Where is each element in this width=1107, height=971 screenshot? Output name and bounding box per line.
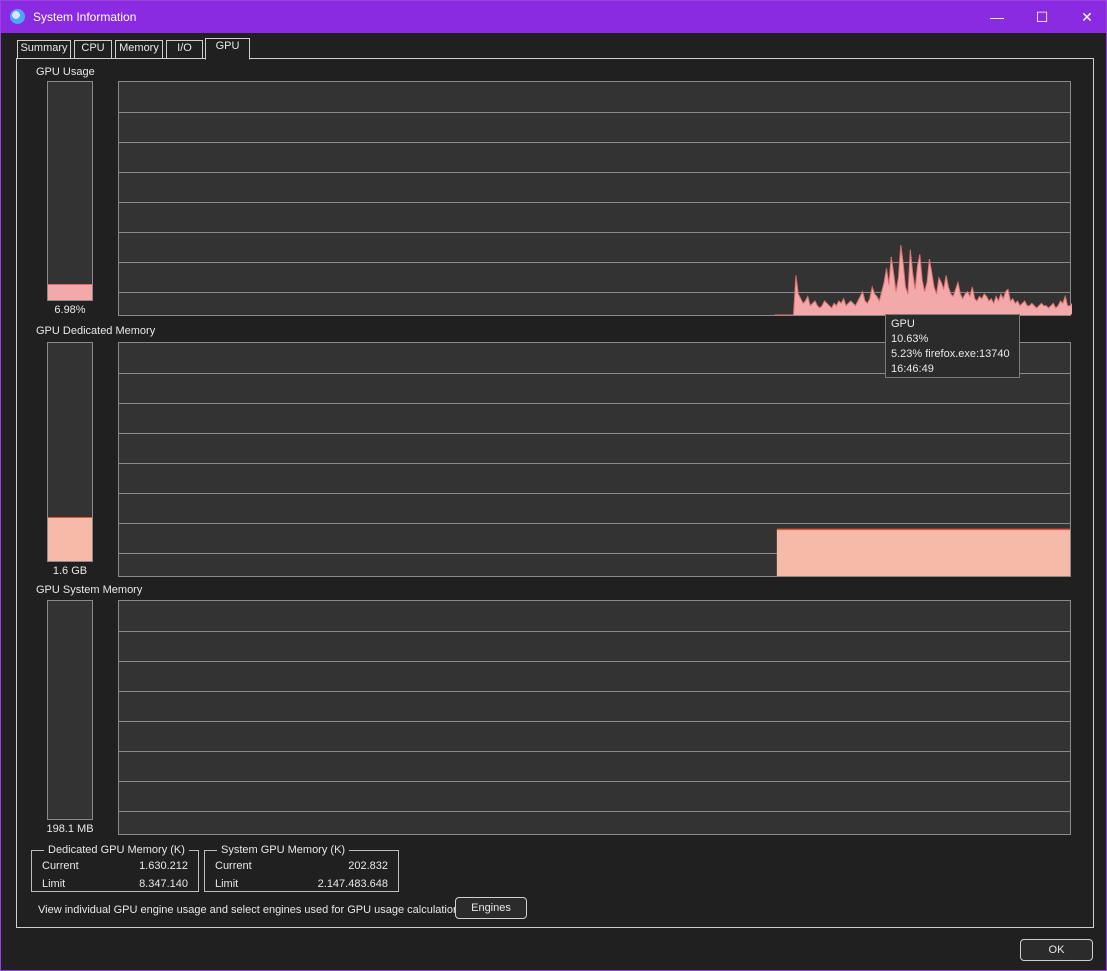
- gpu-usage-value: 6.98%: [54, 304, 86, 316]
- dedicated-current-label: Current: [42, 860, 79, 872]
- close-icon[interactable]: ✕: [1064, 1, 1107, 33]
- tab-summary[interactable]: Summary: [17, 40, 71, 58]
- dedicated-limit-value: 8.347.140: [139, 878, 188, 890]
- gpu-dedicated-memory-meter-fill: [48, 517, 92, 561]
- system-gpu-memory-title: System GPU Memory (K): [217, 844, 350, 857]
- tooltip-total: 10.63%: [891, 333, 929, 345]
- dedicated-current-value: 1.630.212: [139, 860, 188, 872]
- ok-button[interactable]: OK: [1020, 939, 1093, 961]
- system-limit-label: Limit: [215, 878, 239, 890]
- gpu-dedicated-memory-value: 1.6 GB: [52, 565, 88, 577]
- gpu-usage-meter: [47, 81, 93, 301]
- tooltip-process: 5.23% firefox.exe:13740: [891, 348, 1010, 360]
- gpu-system-memory-label: GPU System Memory: [36, 584, 143, 596]
- gpu-usage-graph: [118, 81, 1072, 316]
- system-limit-value: 2.147.483.648: [317, 878, 388, 890]
- system-current-label: Current: [215, 860, 252, 872]
- gpu-dedicated-memory-meter: [47, 342, 93, 562]
- dedicated-gpu-memory-title: Dedicated GPU Memory (K): [44, 844, 189, 857]
- gpu-dedicated-memory-area: [776, 529, 1070, 576]
- gpu-system-memory-meter: [47, 600, 93, 820]
- tab-gpu[interactable]: GPU: [205, 38, 250, 60]
- app-icon: [10, 9, 25, 24]
- engines-button[interactable]: Engines: [455, 897, 527, 919]
- maximize-icon[interactable]: ☐: [1019, 1, 1065, 33]
- system-gpu-memory-group: System GPU Memory (K) Current 202.832 Li…: [204, 844, 399, 892]
- engines-hint-text: View individual GPU engine usage and sel…: [38, 904, 468, 916]
- gpu-usage-area: [774, 245, 1072, 315]
- graph-tooltip: GPU 10.63% 5.23% firefox.exe:13740 16:46…: [885, 314, 1020, 378]
- tab-io[interactable]: I/O: [166, 40, 203, 58]
- gpu-system-memory-graph: [118, 600, 1071, 835]
- minimize-icon[interactable]: —: [974, 1, 1020, 33]
- tab-cpu[interactable]: CPU: [74, 40, 112, 58]
- system-current-value: 202.832: [348, 860, 388, 872]
- dedicated-gpu-memory-group: Dedicated GPU Memory (K) Current 1.630.2…: [31, 844, 199, 892]
- window-title: System Information: [33, 10, 137, 24]
- gpu-usage-meter-fill: [48, 284, 92, 300]
- tooltip-time: 16:46:49: [891, 363, 934, 375]
- dedicated-limit-label: Limit: [42, 878, 66, 890]
- title-bar: System Information — ☐ ✕: [1, 1, 1106, 33]
- gpu-usage-label: GPU Usage: [36, 66, 95, 78]
- gpu-dedicated-memory-label: GPU Dedicated Memory: [36, 325, 156, 337]
- system-information-window: System Information — ☐ ✕ Summary CPU Mem…: [0, 0, 1107, 971]
- tooltip-title: GPU: [891, 318, 915, 330]
- tab-memory[interactable]: Memory: [115, 40, 163, 58]
- gpu-system-memory-value: 198.1 MB: [46, 823, 94, 835]
